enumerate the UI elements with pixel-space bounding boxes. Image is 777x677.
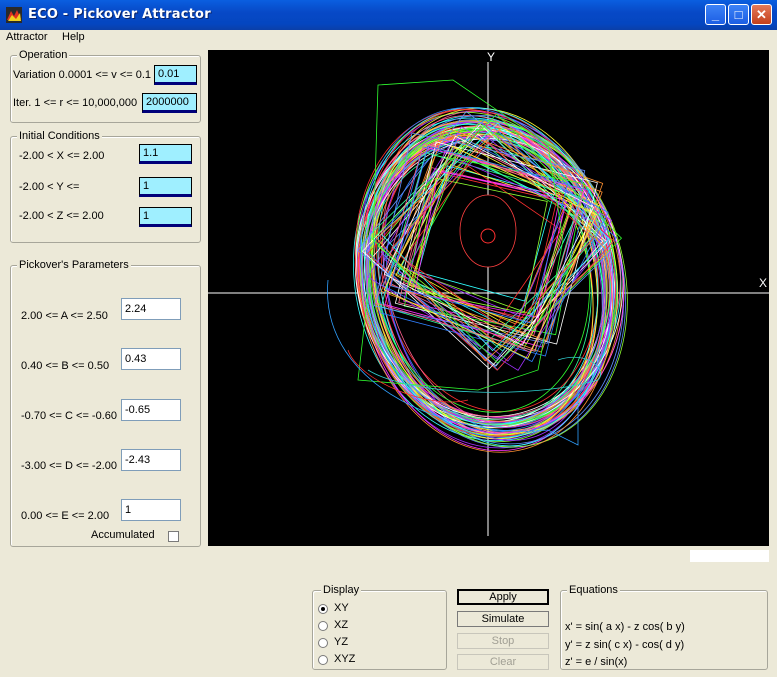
- param-b-label: 0.40 <= B <= 0.50: [21, 360, 110, 372]
- attractor-plot: [208, 62, 769, 536]
- plot-canvas[interactable]: Y X: [208, 50, 769, 546]
- status-box: [690, 550, 769, 562]
- stop-button[interactable]: Stop: [457, 633, 549, 649]
- iter-label: Iter. 1 <= r <= 10,000,000: [13, 97, 138, 109]
- radio-xyz-label: XYZ: [334, 653, 356, 665]
- param-a-input[interactable]: [121, 298, 181, 320]
- equations-group: Equations x' = sin( a x) - z cos( b y) y…: [560, 584, 768, 670]
- iter-input[interactable]: [142, 93, 197, 113]
- close-icon: ✕: [756, 7, 767, 22]
- param-e-label: 0.00 <= E <= 2.00: [21, 510, 110, 522]
- clear-button[interactable]: Clear: [457, 654, 549, 670]
- equation-x: x' = sin( a x) - z cos( b y): [565, 621, 685, 633]
- menu-attractor[interactable]: Attractor: [6, 31, 48, 43]
- param-e-input[interactable]: [121, 499, 181, 521]
- accumulated-label: Accumulated: [91, 529, 155, 541]
- simulate-button[interactable]: Simulate: [457, 611, 549, 627]
- param-a-label: 2.00 <= A <= 2.50: [21, 310, 108, 322]
- param-d-input[interactable]: [121, 449, 181, 471]
- radio-xz-label: XZ: [334, 619, 349, 631]
- app-icon: [6, 7, 22, 23]
- accumulated-checkbox[interactable]: [168, 531, 179, 542]
- initial-conditions-group: Initial Conditions -2.00 < X <= 2.00 -2.…: [10, 130, 201, 243]
- equation-y: y' = z sin( c x) - cos( d y): [565, 639, 685, 651]
- z-label: -2.00 < Z <= 2.00: [19, 210, 104, 222]
- y-label: -2.00 < Y <=: [19, 181, 80, 193]
- title-bar[interactable]: ECO - Pickover Attractor _ □ ✕: [0, 0, 777, 30]
- z-input[interactable]: [139, 207, 192, 227]
- display-legend: Display: [321, 584, 362, 596]
- equation-z: z' = e / sin(x): [565, 656, 628, 668]
- radio-yz[interactable]: [318, 638, 328, 648]
- x-input[interactable]: [139, 144, 192, 164]
- param-c-input[interactable]: [121, 399, 181, 421]
- x-axis-label: X: [759, 276, 768, 290]
- variation-label: Variation 0.0001 <= v <= 0.1: [13, 69, 152, 81]
- maximize-icon: □: [734, 7, 743, 22]
- display-group: Display XY XZ YZ XYZ: [312, 584, 447, 670]
- parameters-group: Pickover's Parameters 2.00 <= A <= 2.50 …: [10, 259, 201, 547]
- window-title: ECO - Pickover Attractor: [28, 7, 211, 22]
- menu-bar: Attractor Help: [0, 30, 777, 46]
- variation-input[interactable]: [154, 65, 197, 85]
- radio-xy-label: XY: [334, 602, 349, 614]
- minimize-button[interactable]: _: [705, 4, 726, 25]
- radio-xyz[interactable]: [318, 655, 328, 665]
- apply-button[interactable]: Apply: [457, 589, 549, 605]
- radio-yz-label: YZ: [334, 636, 349, 648]
- attractor-core: [459, 194, 517, 268]
- close-button[interactable]: ✕: [751, 4, 772, 25]
- radio-xy[interactable]: [318, 604, 328, 614]
- minimize-icon: _: [711, 7, 720, 22]
- y-axis-label: Y: [487, 50, 496, 64]
- menu-help[interactable]: Help: [62, 31, 85, 43]
- radio-xz[interactable]: [318, 621, 328, 631]
- y-input[interactable]: [139, 177, 192, 197]
- parameters-legend: Pickover's Parameters: [17, 259, 131, 271]
- initial-conditions-legend: Initial Conditions: [17, 130, 102, 142]
- maximize-button[interactable]: □: [728, 4, 749, 25]
- param-d-label: -3.00 <= D <= -2.00: [21, 460, 118, 472]
- operation-legend: Operation: [17, 49, 70, 61]
- operation-group: Operation Variation 0.0001 <= v <= 0.1 I…: [10, 49, 201, 123]
- equations-legend: Equations: [567, 584, 620, 596]
- x-label: -2.00 < X <= 2.00: [19, 150, 105, 162]
- param-c-label: -0.70 <= C <= -0.60: [21, 410, 118, 422]
- param-b-input[interactable]: [121, 348, 181, 370]
